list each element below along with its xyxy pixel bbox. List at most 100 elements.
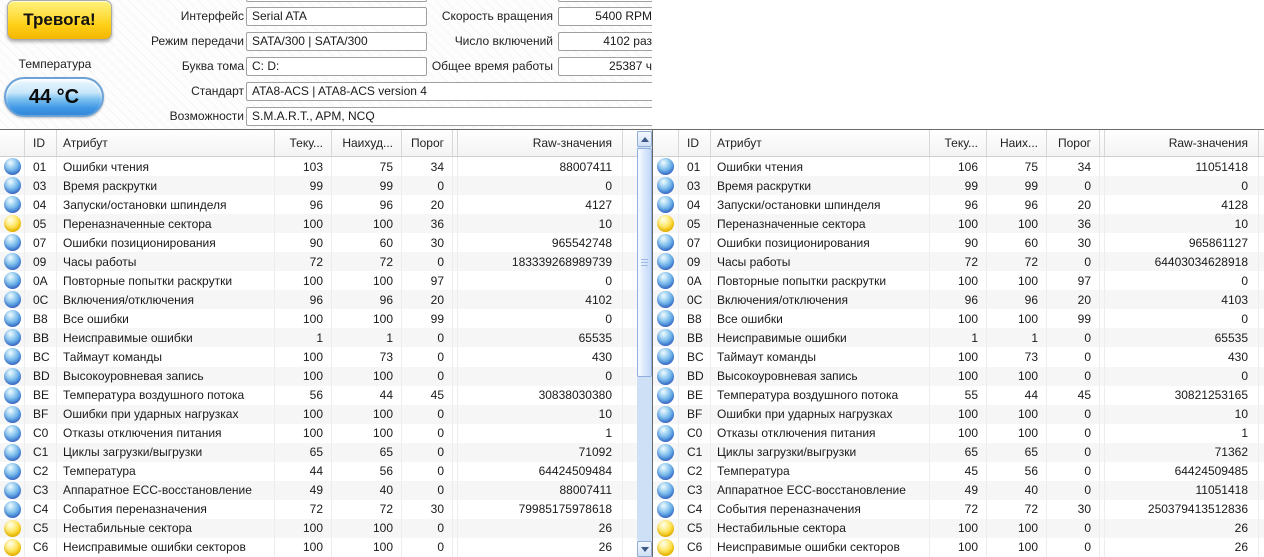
table-row[interactable]: C5 Нестабильные сектора 100 100 0 26: [653, 518, 1264, 538]
table-row[interactable]: C5 Нестабильные сектора 100 100 0 26: [0, 518, 652, 538]
table-row[interactable]: C1 Циклы загрузки/выгрузки 65 65 0 71092: [0, 442, 652, 462]
table-row[interactable]: BF Ошибки при ударных нагрузках 100 100 0 10: [653, 404, 1264, 424]
cell-attribute: Переназначенные сектора: [57, 214, 275, 234]
table-row[interactable]: 04 Запуски/остановки шпинделя 96 96 20 4127: [0, 195, 652, 215]
table-row[interactable]: BE Температура воздушного потока 55 44 45 308…: [653, 385, 1264, 405]
volume-letter-field[interactable]: C: D:: [246, 57, 427, 76]
cell-status: [0, 366, 25, 386]
cell-id: C1: [679, 442, 711, 462]
cell-current: 65: [930, 442, 987, 462]
table-row[interactable]: BD Высокоуровневая запись 100 100 0 0: [0, 366, 652, 386]
features-field[interactable]: S.M.A.R.T., APM, NCQ: [246, 107, 652, 126]
cell-raw: 1: [1105, 423, 1259, 443]
cell-worst: 60: [987, 233, 1047, 253]
col-header-id[interactable]: ID: [25, 130, 57, 156]
table-row[interactable]: BE Температура воздушного потока 56 44 45 308…: [0, 385, 652, 405]
table-row[interactable]: 01 Ошибки чтения 103 75 34 88007411: [0, 157, 652, 177]
table-row[interactable]: 0C Включения/отключения 96 96 20 4103: [653, 290, 1264, 310]
clipped-field-right[interactable]: [558, 0, 652, 2]
col-header-id[interactable]: ID: [679, 130, 711, 156]
scrollbar-thumb[interactable]: [637, 148, 652, 377]
table-row[interactable]: 07 Ошибки позиционирования 90 60 30 965861127: [653, 233, 1264, 253]
cell-filler: [623, 405, 637, 424]
table-row[interactable]: 0A Повторные попытки раскрутки 100 100 97 0: [0, 271, 652, 291]
cell-attribute: Отказы отключения питания: [711, 423, 930, 443]
col-header-attribute[interactable]: Атрибут: [711, 130, 930, 156]
cell-current: 106: [930, 157, 987, 177]
cell-worst: 100: [332, 423, 402, 443]
cell-current: 100: [275, 423, 332, 443]
cell-attribute: Ошибки позиционирования: [711, 233, 930, 253]
transfer-mode-field[interactable]: SATA/300 | SATA/300: [246, 32, 427, 51]
cell-filler: [1259, 367, 1264, 386]
cell-filler: [623, 195, 637, 214]
table-row[interactable]: 05 Переназначенные сектора 100 100 36 10: [0, 214, 652, 234]
scroll-down-button[interactable]: [637, 541, 652, 557]
table-row[interactable]: C2 Температура 44 56 0 64424509484: [0, 461, 652, 481]
table-row[interactable]: B8 Все ошибки 100 100 99 0: [653, 309, 1264, 329]
table-row[interactable]: C3 Аппаратное ECC-восстановление 49 40 0 8800…: [0, 480, 652, 500]
col-header-worst[interactable]: Наихуд...: [332, 130, 402, 156]
cell-worst: 99: [332, 176, 402, 196]
clipped-field-left[interactable]: [246, 0, 427, 2]
col-header-current[interactable]: Теку...: [275, 130, 332, 156]
table-row[interactable]: C4 События переназначения 72 72 30 7998517597…: [0, 499, 652, 519]
scroll-up-button[interactable]: [637, 131, 652, 147]
status-ok-icon: [657, 272, 674, 290]
table-row[interactable]: C0 Отказы отключения питания 100 100 0 1: [0, 423, 652, 443]
table-row[interactable]: BF Ошибки при ударных нагрузках 100 100 0 10: [0, 404, 652, 424]
cell-filler: [1259, 462, 1264, 481]
table-row[interactable]: 0A Повторные попытки раскрутки 100 100 97 0: [653, 271, 1264, 291]
table-row[interactable]: C1 Циклы загрузки/выгрузки 65 65 0 71362: [653, 442, 1264, 462]
cell-status: [653, 537, 679, 557]
cell-threshold: 0: [402, 366, 453, 386]
table-row[interactable]: C2 Температура 45 56 0 64424509485: [653, 461, 1264, 481]
table-row[interactable]: 03 Время раскрутки 99 99 0 0: [653, 176, 1264, 196]
col-header-threshold[interactable]: Порог: [1047, 130, 1100, 156]
table-row[interactable]: 01 Ошибки чтения 106 75 34 11051418: [653, 157, 1264, 177]
standard-field[interactable]: ATA8-ACS | ATA8-ACS version 4: [246, 82, 652, 101]
table-row[interactable]: BC Таймаут команды 100 73 0 430: [0, 347, 652, 367]
table-row[interactable]: 09 Часы работы 72 72 0 64403034628918: [653, 252, 1264, 272]
cell-threshold: 0: [1047, 461, 1100, 481]
table-row[interactable]: 07 Ошибки позиционирования 90 60 30 965542748: [0, 233, 652, 253]
table-row[interactable]: C4 События переназначения 72 72 30 2503794135…: [653, 499, 1264, 519]
interface-field[interactable]: Serial ATA: [246, 7, 427, 26]
table-row[interactable]: 05 Переназначенные сектора 100 100 36 10: [653, 214, 1264, 234]
table-row[interactable]: C6 Неисправимые ошибки секторов 100 100 0 26: [653, 537, 1264, 557]
rotation-rate-field[interactable]: 5400 RPM: [558, 7, 652, 26]
power-on-count-label: Число включений: [454, 34, 553, 48]
cell-worst: 100: [987, 537, 1047, 557]
table-row[interactable]: BB Неисправимые ошибки 1 1 0 65535: [0, 328, 652, 348]
table-row[interactable]: 0C Включения/отключения 96 96 20 4102: [0, 290, 652, 310]
col-header-raw[interactable]: Raw-значения: [458, 130, 623, 156]
cell-attribute: Неисправимые ошибки секторов: [57, 537, 275, 557]
table-row[interactable]: 03 Время раскрутки 99 99 0 0: [0, 176, 652, 196]
table-row[interactable]: B8 Все ошибки 100 100 99 0: [0, 309, 652, 329]
cell-attribute: События переназначения: [711, 499, 930, 519]
vertical-scrollbar[interactable]: [637, 131, 652, 557]
power-on-hours-field[interactable]: 25387 ч: [558, 57, 652, 76]
table-row[interactable]: BD Высокоуровневая запись 100 100 0 0: [653, 366, 1264, 386]
table-row[interactable]: BB Неисправимые ошибки 1 1 0 65535: [653, 328, 1264, 348]
table-row[interactable]: C6 Неисправимые ошибки секторов 100 100 0 26: [0, 537, 652, 557]
col-header-attribute[interactable]: Атрибут: [57, 130, 275, 156]
power-on-count-field[interactable]: 4102 раз: [558, 32, 652, 51]
col-header-threshold[interactable]: Порог: [402, 130, 453, 156]
col-header-current[interactable]: Теку...: [930, 130, 987, 156]
table-row[interactable]: C0 Отказы отключения питания 100 100 0 1: [653, 423, 1264, 443]
cell-raw: 0: [458, 366, 623, 386]
cell-worst: 1: [332, 328, 402, 348]
cell-id: BC: [25, 347, 57, 367]
cell-worst: 100: [332, 271, 402, 291]
col-header-worst[interactable]: Наих...: [987, 130, 1047, 156]
table-row[interactable]: 04 Запуски/остановки шпинделя 96 96 20 4128: [653, 195, 1264, 215]
table-row[interactable]: C3 Аппаратное ECC-восстановление 49 40 0 1105…: [653, 480, 1264, 500]
cell-current: 100: [275, 214, 332, 234]
cell-filler: [1259, 157, 1264, 176]
status-ok-icon: [3, 424, 21, 442]
cell-id: 03: [25, 176, 57, 196]
table-row[interactable]: 09 Часы работы 72 72 0 183339268989739: [0, 252, 652, 272]
col-header-raw[interactable]: Raw-значения: [1105, 130, 1259, 156]
table-row[interactable]: BC Таймаут команды 100 73 0 430: [653, 347, 1264, 367]
